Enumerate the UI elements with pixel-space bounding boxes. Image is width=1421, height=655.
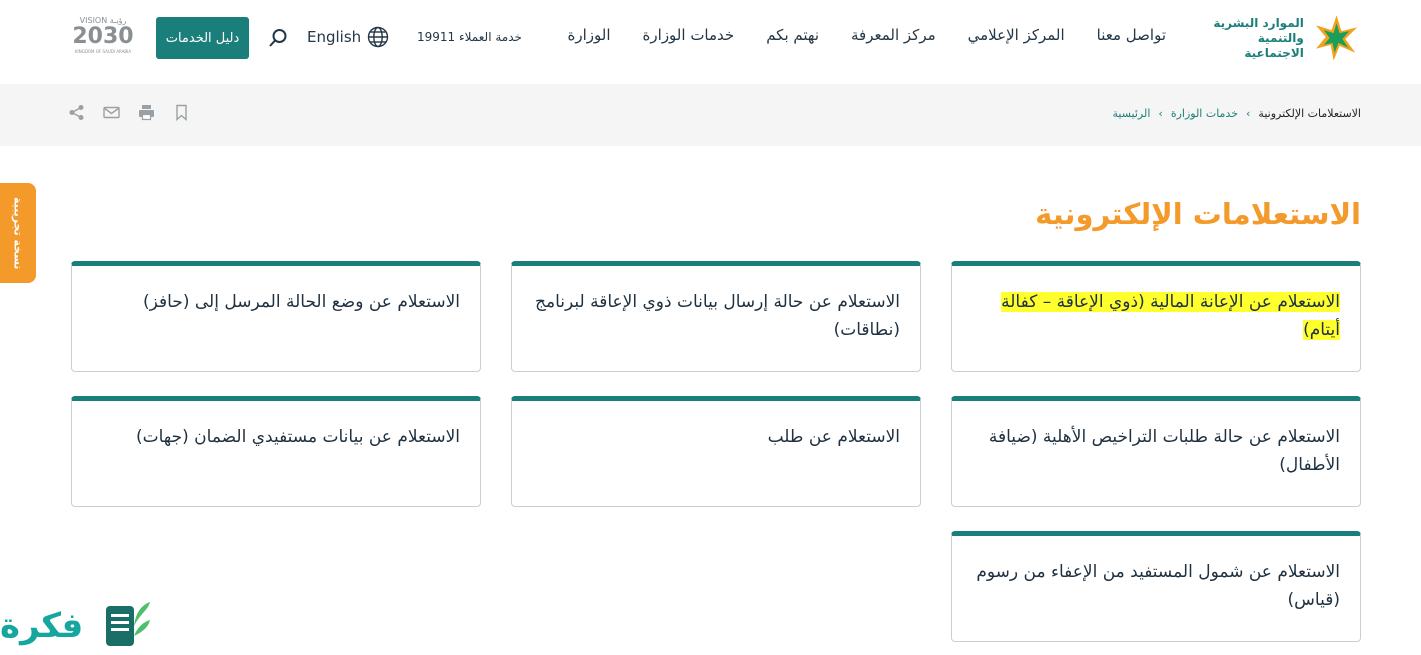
vision-2030-logo: VISION رؤيـة 2030 KINGDOM OF SAUDI ARABI… bbox=[70, 16, 136, 62]
search-icon[interactable] bbox=[268, 28, 288, 48]
inquiry-card-nitaqat[interactable]: الاستعلام عن حالة إرسال بيانات ذوي الإعا… bbox=[511, 261, 921, 372]
nav-item-care[interactable]: نهتم بكم bbox=[766, 26, 819, 44]
site-header: الموارد البشرية والتنمية الاجتماعية الوز… bbox=[0, 0, 1421, 84]
inquiry-card-title: الاستعلام عن الإعانة المالية (ذوي الإعاق… bbox=[1001, 292, 1340, 340]
inquiry-card-title: الاستعلام عن وضع الحالة المرسل إلى (حافز… bbox=[143, 292, 460, 312]
breadcrumb: الرئيسية › خدمات الوزارة › الاستعلامات ا… bbox=[1113, 107, 1361, 120]
globe-icon bbox=[367, 26, 389, 48]
breadcrumb-bar: الرئيسية › خدمات الوزارة › الاستعلامات ا… bbox=[0, 84, 1421, 146]
inquiry-card-title: الاستعلام عن بيانات مستفيدي الضمان (جهات… bbox=[135, 427, 460, 447]
share-icon[interactable] bbox=[68, 104, 85, 121]
language-label: English bbox=[307, 28, 362, 46]
inquiry-card-qiyas[interactable]: الاستعلام عن شمول المستفيد من الإعفاء من… bbox=[951, 531, 1361, 642]
inquiry-card-title: الاستعلام عن شمول المستفيد من الإعفاء من… bbox=[976, 562, 1340, 610]
logo-line-2: والتنمية الاجتماعية bbox=[1244, 30, 1304, 60]
nav-item-services[interactable]: خدمات الوزارة bbox=[643, 26, 735, 44]
inquiry-card-title: الاستعلام عن حالة طلبات التراخيص الأهلية… bbox=[988, 427, 1340, 475]
breadcrumb-current: الاستعلامات الإلكترونية bbox=[1258, 107, 1361, 120]
ministry-logo[interactable]: الموارد البشرية والتنمية الاجتماعية bbox=[1196, 12, 1361, 64]
bookmark-icon[interactable] bbox=[173, 104, 190, 121]
beta-version-label: نسخة تجريبية bbox=[11, 196, 25, 270]
main-nav: الوزارة خدمات الوزارة نهتم بكم مركز المع… bbox=[568, 26, 1166, 44]
watermark-logo: فكرة bbox=[0, 592, 160, 655]
chevron-left-icon: › bbox=[1158, 107, 1163, 120]
nav-item-knowledge[interactable]: مركز المعرفة bbox=[851, 26, 936, 44]
chevron-left-icon: › bbox=[1246, 107, 1251, 120]
services-guide-button[interactable]: دليل الخدمات bbox=[156, 17, 249, 59]
mail-icon[interactable] bbox=[103, 104, 120, 121]
watermark-text: فكرة bbox=[0, 606, 84, 646]
nav-item-contact[interactable]: تواصل معنا bbox=[1097, 26, 1166, 44]
vision-year: 2030 bbox=[72, 24, 134, 49]
print-icon[interactable] bbox=[138, 104, 155, 121]
inquiry-card-title: الاستعلام عن طلب bbox=[767, 427, 900, 447]
inquiry-card-licenses[interactable]: الاستعلام عن حالة طلبات التراخيص الأهلية… bbox=[951, 396, 1361, 507]
page-tools bbox=[68, 104, 190, 121]
document-leaf-icon bbox=[106, 602, 150, 646]
customer-service-number[interactable]: خدمة العملاء 19911 bbox=[417, 30, 522, 44]
nav-item-media[interactable]: المركز الإعلامي bbox=[968, 26, 1065, 44]
inquiry-card-request[interactable]: الاستعلام عن طلب bbox=[511, 396, 921, 507]
beta-version-tab[interactable]: نسخة تجريبية bbox=[0, 183, 36, 283]
inquiry-card-guarantee[interactable]: الاستعلام عن بيانات مستفيدي الضمان (جهات… bbox=[71, 396, 481, 507]
page-title: الاستعلامات الإلكترونية bbox=[1035, 197, 1361, 231]
inquiry-card-hafiz[interactable]: الاستعلام عن وضع الحالة المرسل إلى (حافز… bbox=[71, 261, 481, 372]
language-switcher[interactable]: English bbox=[307, 26, 389, 48]
breadcrumb-services[interactable]: خدمات الوزارة bbox=[1171, 107, 1238, 120]
ministry-logo-icon bbox=[1315, 15, 1358, 61]
logo-line-1: الموارد البشرية bbox=[1213, 15, 1304, 30]
inquiry-card-financial-aid[interactable]: الاستعلام عن الإعانة المالية (ذوي الإعاق… bbox=[951, 261, 1361, 372]
inquiry-card-title: الاستعلام عن حالة إرسال بيانات ذوي الإعا… bbox=[535, 292, 900, 340]
vision-country: KINGDOM OF SAUDI ARABIA bbox=[74, 49, 132, 54]
breadcrumb-home[interactable]: الرئيسية bbox=[1113, 107, 1151, 120]
nav-item-ministry[interactable]: الوزارة bbox=[568, 26, 611, 44]
